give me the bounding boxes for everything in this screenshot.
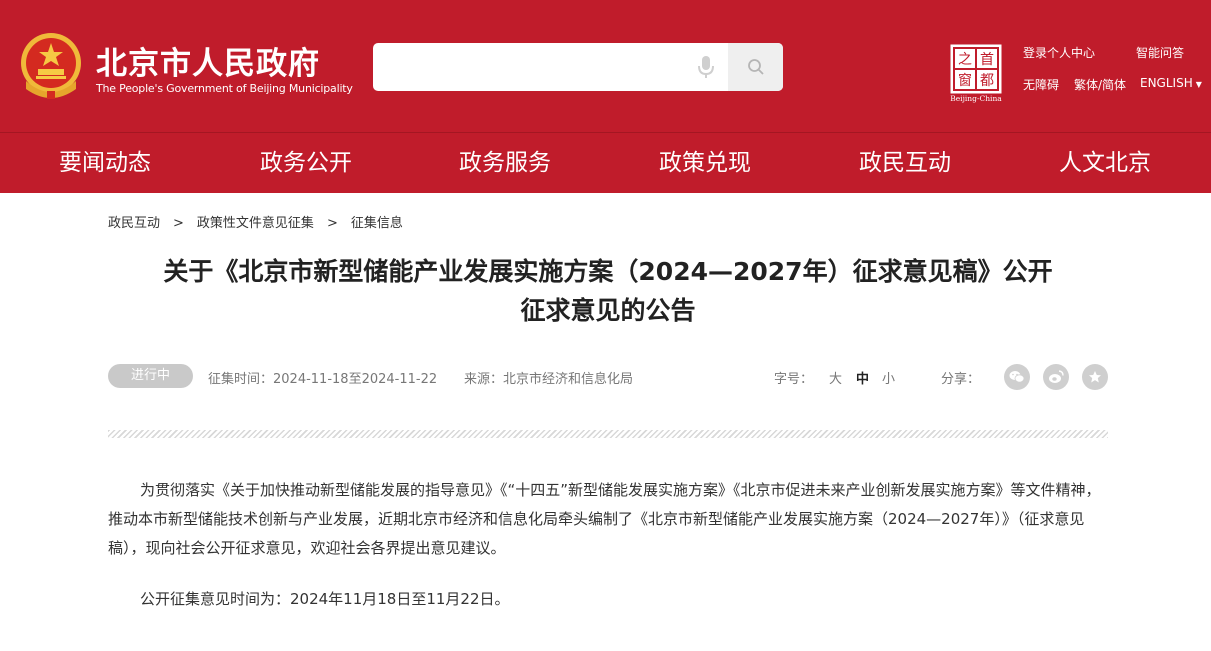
search-input[interactable]: [373, 43, 683, 91]
collection-period: 征集时间：2024-11-18至2024-11-22: [208, 368, 437, 387]
trad-simp-toggle[interactable]: 繁体/简体: [1074, 76, 1126, 93]
font-size-large[interactable]: 大: [829, 368, 842, 387]
font-size-small[interactable]: 小: [882, 368, 895, 387]
article-body: 为贯彻落实《关于加快推动新型储能发展的指导意见》《“十四五”新型储能发展实施方案…: [108, 476, 1108, 636]
login-link[interactable]: 登录个人中心: [1023, 44, 1095, 61]
wechat-share-button[interactable]: [1004, 364, 1030, 390]
source-label: 来源：: [464, 372, 504, 387]
weibo-icon: [1049, 370, 1064, 383]
smart-qa-link[interactable]: 智能问答: [1136, 44, 1184, 61]
logo-char: 窗: [958, 72, 972, 89]
breadcrumb-separator: >: [173, 216, 184, 231]
status-badge: 进行中: [108, 364, 193, 388]
section-divider: [108, 430, 1108, 438]
article-paragraph: 为贯彻落实《关于加快推动新型储能发展的指导意见》《“十四五”新型储能发展实施方案…: [108, 481, 1101, 557]
period-value: 2024-11-18至2024-11-22: [273, 372, 438, 387]
wechat-icon: [1009, 371, 1025, 383]
nav-item-news[interactable]: 要闻动态: [59, 133, 151, 193]
logo-char: 都: [980, 73, 994, 89]
font-size-label: 字号：: [774, 372, 814, 387]
microphone-icon[interactable]: [697, 55, 715, 79]
period-label: 征集时间：: [208, 372, 274, 387]
font-size-medium[interactable]: 中: [856, 368, 869, 387]
nav-item-culture[interactable]: 人文北京: [1059, 133, 1151, 193]
source-value: 北京市经济和信息化局: [503, 372, 634, 387]
breadcrumb-item[interactable]: 政策性文件意见征集: [197, 216, 314, 231]
weibo-share-button[interactable]: [1043, 364, 1069, 390]
article-title-line: 关于《北京市新型储能产业发展实施方案（2024—2027年）征求意见稿》公开: [163, 257, 1053, 286]
main-nav: 要闻动态 政务公开 政务服务 政策兑现 政民互动 人文北京: [0, 133, 1211, 193]
site-title[interactable]: 北京市人民政府: [96, 38, 320, 83]
english-link[interactable]: ENGLISH ▼: [1140, 76, 1202, 90]
breadcrumb: 政民互动 > 政策性文件意见征集 > 征集信息: [108, 212, 403, 231]
logo-char: 首: [980, 52, 994, 68]
favorite-share-button[interactable]: [1082, 364, 1108, 390]
nav-item-interaction[interactable]: 政民互动: [859, 133, 951, 193]
logo-caption: Beijing-China: [950, 94, 1002, 103]
search-icon: [747, 59, 764, 75]
nav-item-policy[interactable]: 政策兑现: [659, 133, 751, 193]
article-title: 关于《北京市新型储能产业发展实施方案（2024—2027年）征求意见稿》公开 征…: [108, 252, 1108, 330]
favorite-star-icon: [1089, 371, 1101, 383]
national-emblem-icon[interactable]: [18, 31, 84, 101]
site-header: 北京市人民政府 The People's Government of Beiji…: [0, 0, 1211, 133]
breadcrumb-item[interactable]: 征集信息: [351, 216, 403, 231]
site-subtitle: The People's Government of Beijing Munic…: [96, 82, 353, 95]
nav-item-services[interactable]: 政务服务: [459, 133, 551, 193]
source-info: 来源：北京市经济和信息化局: [464, 368, 633, 387]
search-box: [373, 43, 783, 91]
capital-window-logo[interactable]: 之 首 窗 都 Beijing-China: [948, 43, 1004, 103]
breadcrumb-separator: >: [326, 216, 338, 231]
logo-char: 之: [958, 52, 972, 68]
caret-down-icon: ▼: [1195, 80, 1202, 89]
nav-item-gov-affairs[interactable]: 政务公开: [260, 133, 352, 193]
search-button[interactable]: [728, 43, 783, 91]
english-label: ENGLISH: [1140, 76, 1193, 90]
article-paragraph: 公开征集意见时间为：2024年11月18日至11月22日。: [140, 590, 510, 608]
accessibility-link[interactable]: 无障碍: [1023, 76, 1059, 93]
breadcrumb-item[interactable]: 政民互动: [108, 216, 160, 231]
article-title-line: 征求意见的公告: [520, 296, 696, 325]
share-label: 分享：: [941, 372, 981, 387]
